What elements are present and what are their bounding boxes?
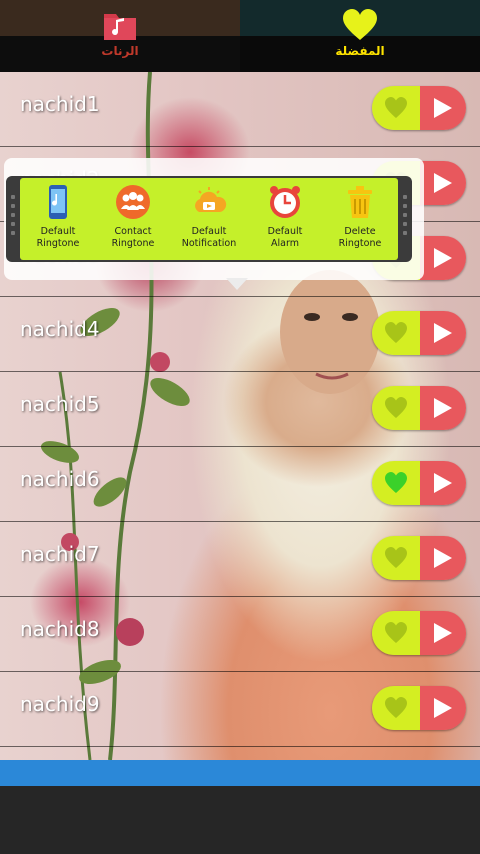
play-button[interactable] <box>420 611 466 655</box>
tab-ringtones[interactable]: الرنات <box>0 0 240 72</box>
action-contact-ringtone[interactable]: Contact Ringtone <box>95 182 171 258</box>
tab-ringtones-label: الرنات <box>101 44 139 58</box>
scroll-right-handle[interactable] <box>401 190 409 250</box>
ringtone-name: nachid9 <box>20 692 100 716</box>
ringtone-controls <box>372 86 466 130</box>
ringtone-name: nachid5 <box>20 392 100 416</box>
play-button[interactable] <box>420 386 466 430</box>
action-label-line2: Notification <box>181 238 237 249</box>
ringtone-name: nachid1 <box>20 92 100 116</box>
heart-icon <box>385 97 407 118</box>
tab-favorites[interactable]: المفضلة <box>240 0 480 72</box>
action-label-line2: Ringtone <box>111 238 155 249</box>
alarm-clock-icon <box>270 186 300 218</box>
action-delete-ringtone[interactable]: Delete Ringtone <box>322 182 398 258</box>
action-label-line2: Ringtone <box>36 238 80 249</box>
heart-icon <box>385 697 407 718</box>
heart-icon <box>385 472 407 493</box>
favorite-button[interactable] <box>372 311 420 355</box>
play-button[interactable] <box>420 161 466 205</box>
heart-icon <box>385 622 407 643</box>
play-button[interactable] <box>420 86 466 130</box>
list-item[interactable]: nachid7 <box>0 522 480 597</box>
play-icon <box>434 398 452 418</box>
list-item[interactable]: nachid5 <box>0 372 480 447</box>
list-item[interactable]: nachid8 <box>0 597 480 672</box>
action-label-line1: Delete <box>344 226 376 237</box>
action-default-ringtone[interactable]: Default Ringtone <box>20 182 96 258</box>
ringtone-controls <box>372 686 466 730</box>
action-default-alarm[interactable]: Default Alarm <box>247 182 323 258</box>
action-label-line1: Default <box>40 226 76 237</box>
play-icon <box>434 98 452 118</box>
list-item[interactable]: nachid4 <box>0 297 480 372</box>
heart-icon <box>385 547 407 568</box>
heart-icon <box>385 322 407 343</box>
ringtone-controls <box>372 536 466 580</box>
bottom-area <box>0 786 480 854</box>
scroll-left-handle[interactable] <box>9 190 17 250</box>
action-label-line1: Default <box>267 226 303 237</box>
ringtone-name: nachid4 <box>20 317 100 341</box>
play-icon <box>434 473 452 493</box>
list-item[interactable]: nachid6 <box>0 447 480 522</box>
play-button[interactable] <box>420 686 466 730</box>
tab-favorites-label: المفضلة <box>335 44 385 58</box>
favorite-button[interactable] <box>372 686 420 730</box>
action-label-line2: Ringtone <box>338 238 382 249</box>
play-icon <box>434 548 452 568</box>
ringtone-controls <box>372 611 466 655</box>
heart-icon <box>385 397 407 418</box>
phone-ringtone-icon <box>49 185 67 219</box>
ad-banner-strip <box>0 760 480 786</box>
ringtone-controls <box>372 386 466 430</box>
action-label-line1: Contact <box>114 226 152 237</box>
play-button[interactable] <box>420 236 466 280</box>
list-item[interactable]: nachid1 <box>0 72 480 147</box>
popup-pointer <box>226 278 248 290</box>
heart-icon <box>343 9 377 40</box>
play-icon <box>434 698 452 718</box>
favorite-button[interactable] <box>372 461 420 505</box>
tab-bar: الرنات المفضلة <box>0 0 480 72</box>
notification-cloud-icon <box>195 187 227 212</box>
play-icon <box>434 623 452 643</box>
action-label-line1: Default <box>191 226 227 237</box>
ringtone-name: nachid8 <box>20 617 100 641</box>
play-icon <box>434 173 452 193</box>
list-item[interactable]: nachid9 <box>0 672 480 747</box>
play-icon <box>434 323 452 343</box>
folder-music-icon <box>104 14 136 40</box>
favorite-button[interactable] <box>372 536 420 580</box>
play-button[interactable] <box>420 461 466 505</box>
contacts-icon <box>116 185 150 219</box>
action-default-notification[interactable]: Default Notification <box>171 182 247 258</box>
favorite-button[interactable] <box>372 611 420 655</box>
ringtone-controls <box>372 461 466 505</box>
play-button[interactable] <box>420 311 466 355</box>
play-button[interactable] <box>420 536 466 580</box>
action-label-line2: Alarm <box>271 238 299 249</box>
favorite-button[interactable] <box>372 386 420 430</box>
ringtone-name: nachid6 <box>20 467 100 491</box>
play-icon <box>434 248 452 268</box>
ringtone-controls <box>372 311 466 355</box>
ringtone-name: nachid7 <box>20 542 100 566</box>
favorite-button[interactable] <box>372 86 420 130</box>
trash-icon <box>348 186 372 218</box>
